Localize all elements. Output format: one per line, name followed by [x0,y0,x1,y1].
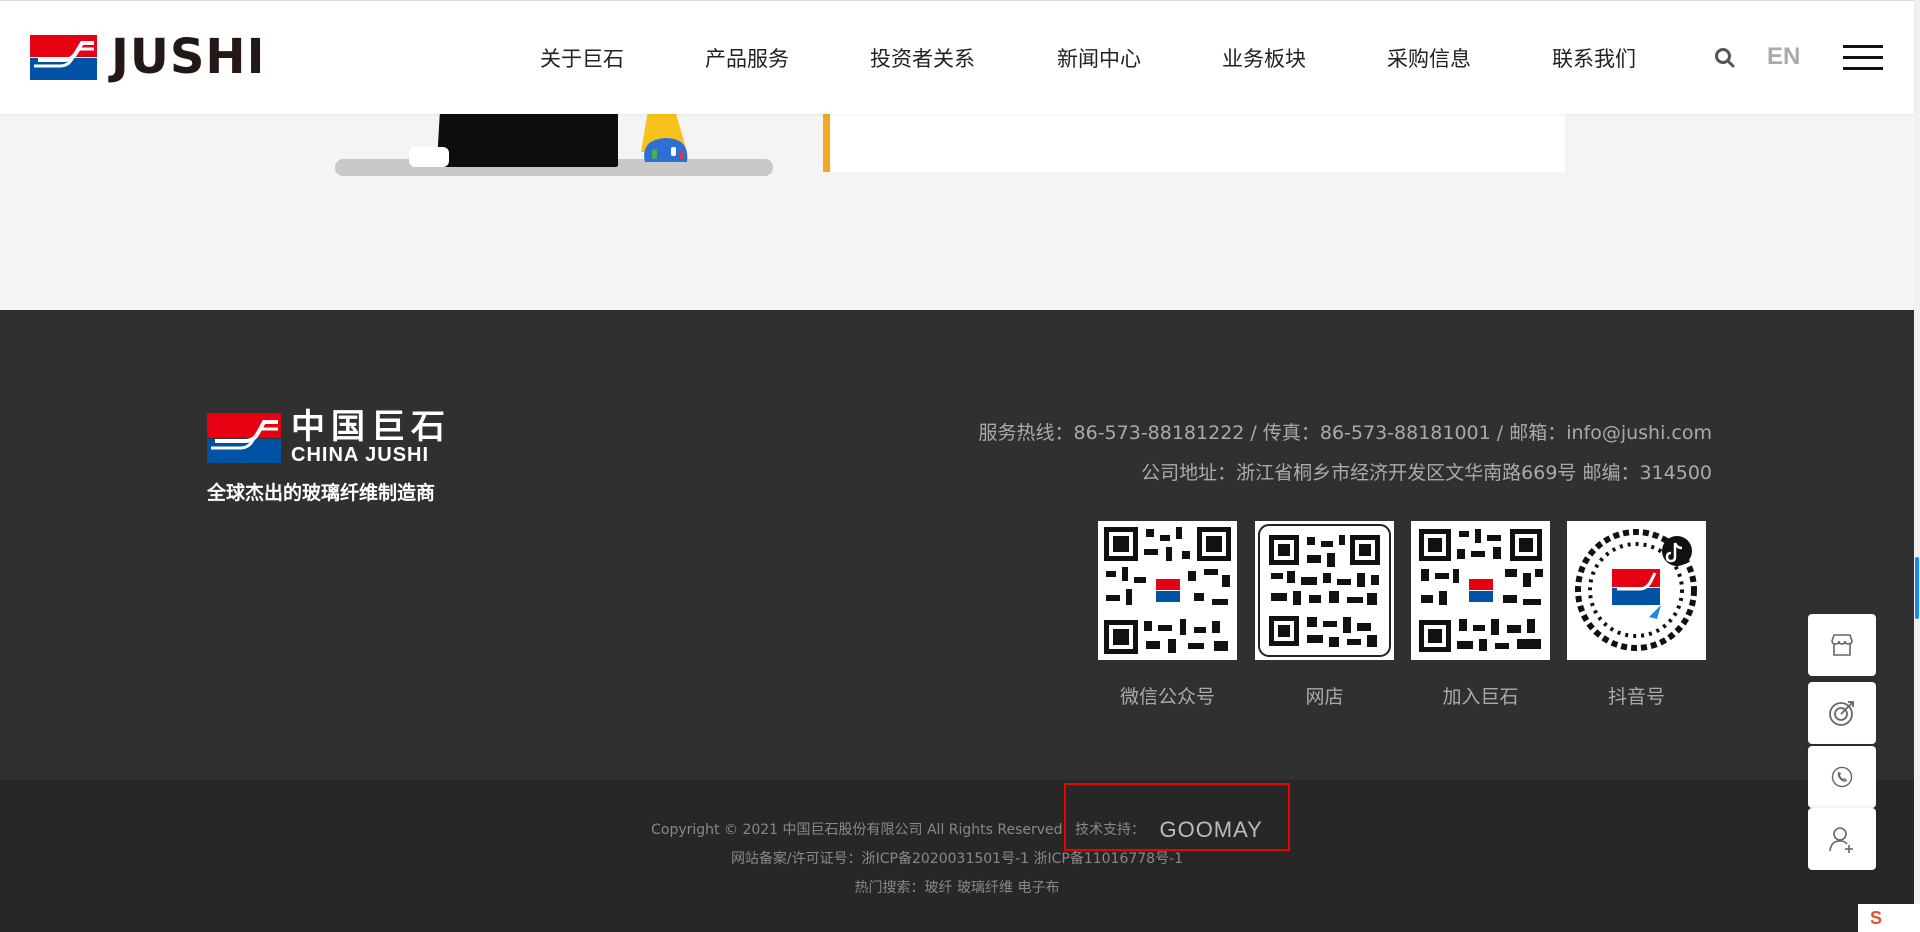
highlight-box [1064,783,1290,851]
target-icon [1829,701,1854,726]
nav-news[interactable]: 新闻中心 [1057,43,1141,73]
page: JUSHI 关于巨石 产品服务 投资者关系 新闻中心 业务板块 采购信息 联系我… [0,0,1920,932]
target-button[interactable] [1808,682,1876,744]
add-user-button[interactable] [1808,808,1876,870]
contact-address: 公司地址：浙江省桐乡市经济开发区文华南路669号 邮编：314500 [1141,462,1712,484]
jushi-logo[interactable]: JUSHI [30,29,266,85]
nav-products[interactable]: 产品服务 [705,43,789,73]
logo-mark-icon [207,413,281,463]
language-switch[interactable]: EN [1767,43,1800,71]
icp-line[interactable]: 网站备案/许可证号：浙ICP备2020031501号-1 浙ICP备110167… [0,848,1914,868]
illustration [335,110,773,176]
logo-en-text: CHINA JUSHI [291,444,430,466]
scrollbar-track[interactable] [1914,0,1920,932]
logo-mark-icon [30,35,97,80]
nav-business[interactable]: 业务板块 [1222,43,1306,73]
qr-douyin[interactable]: 抖音号 [1567,521,1706,709]
contact-hotline: 服务热线：86-573-88181222 / 传真：86-573-8818100… [978,422,1712,444]
add-user-icon [1829,827,1853,853]
nav-contact[interactable]: 联系我们 [1552,43,1636,73]
qr-shop[interactable]: 网店 [1255,521,1394,709]
scrollbar-thumb[interactable] [1915,557,1919,619]
ime-indicator[interactable]: S [1858,904,1920,932]
qr-code-icon [1411,521,1550,660]
search-icon[interactable] [1714,47,1736,69]
store-icon [1831,634,1853,656]
copyright-line: Copyright © 2021 中国巨石股份有限公司 All Rights R… [0,817,1914,843]
copyright-text: Copyright © 2021 中国巨石股份有限公司 All Rights R… [651,822,1063,838]
hot-search-line[interactable]: 热门搜索：玻纤 玻璃纤维 电子布 [0,877,1914,897]
qr-wechat[interactable]: 微信公众号 [1098,521,1237,709]
menu-icon[interactable] [1843,45,1883,73]
qr-code-icon [1255,521,1394,660]
qr-code-icon [1567,521,1706,660]
logo-text: JUSHI [111,29,266,85]
qr-join[interactable]: 加入巨石 [1411,521,1550,709]
phone-icon [1831,766,1853,788]
slogan: 全球杰出的玻璃纤维制造商 [207,482,436,504]
qr-label: 微信公众号 [1119,686,1215,708]
nav-investors[interactable]: 投资者关系 [870,43,975,73]
nav-about[interactable]: 关于巨石 [540,43,624,73]
phone-button[interactable] [1808,746,1876,808]
store-button[interactable] [1808,614,1876,676]
site-header: JUSHI 关于巨石 产品服务 投资者关系 新闻中心 业务板块 采购信息 联系我… [0,0,1914,114]
nav-procurement[interactable]: 采购信息 [1387,43,1471,73]
china-jushi-logo[interactable]: 中国巨石 CHINA JUSHI [207,410,451,466]
qr-label: 加入巨石 [1442,686,1519,708]
ime-icon: S [1870,907,1883,928]
qr-code-icon [1098,521,1237,660]
qr-label: 网店 [1305,686,1344,708]
logo-cn-text: 中国巨石 [291,407,451,447]
qr-label: 抖音号 [1607,686,1665,708]
